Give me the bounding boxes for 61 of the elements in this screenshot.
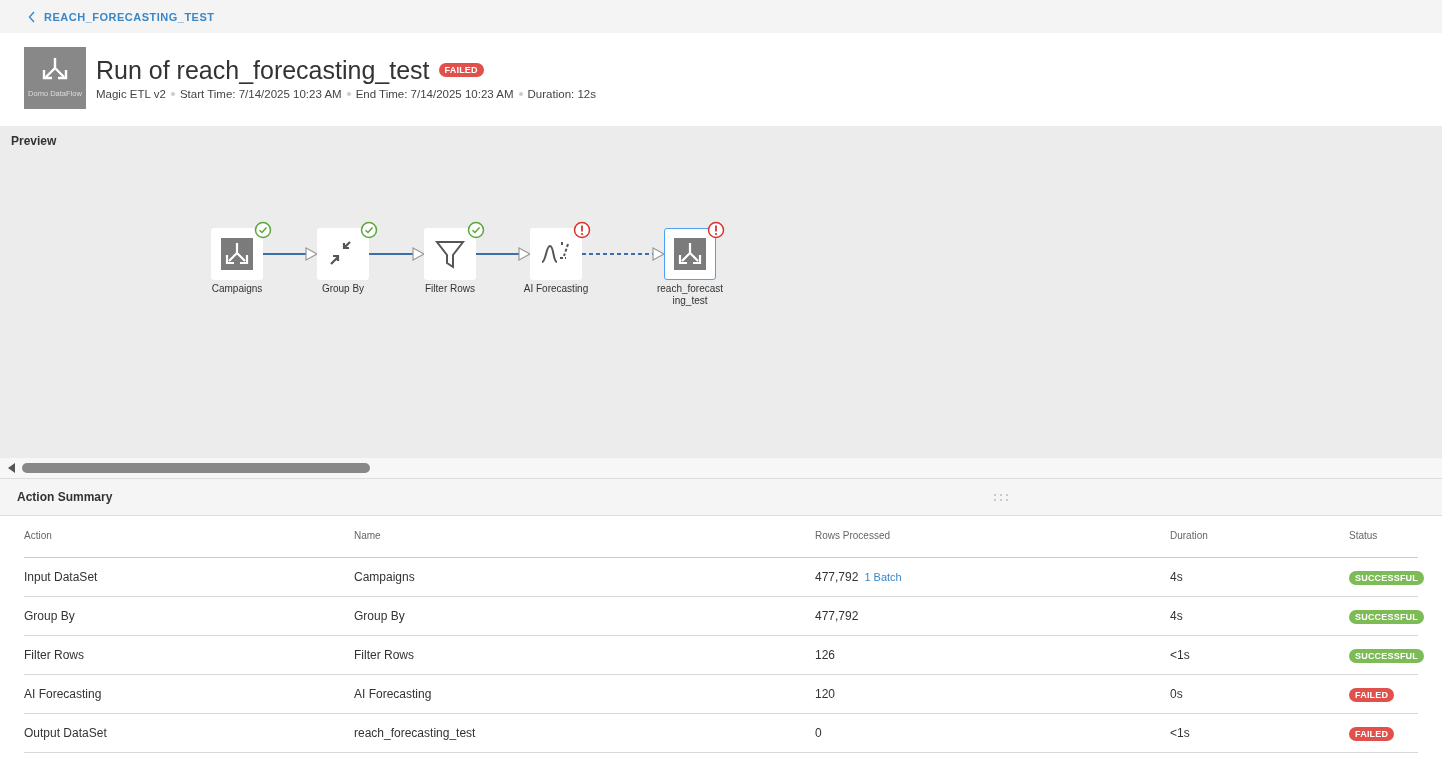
table-cell-text: AI Forecasting: [24, 687, 103, 701]
node-tile[interactable]: [424, 228, 476, 280]
meta-text: Duration: 12s: [527, 87, 596, 100]
column-header: Name: [354, 530, 382, 541]
node-tile[interactable]: [664, 228, 716, 280]
column-header: Action: [24, 530, 53, 541]
table-cell: 477,792: [815, 609, 859, 623]
horizontal-scrollbar[interactable]: [0, 458, 1442, 478]
table-cell-text: 4s: [1170, 609, 1184, 623]
table-cell-text: Campaigns: [354, 570, 416, 584]
table-cell: 126: [815, 648, 836, 662]
node-label: Group By: [320, 283, 366, 295]
batch-link[interactable]: 1 Batch: [864, 571, 902, 583]
drag-handle-icon[interactable]: [994, 493, 1008, 501]
chevron-left-icon: [28, 10, 36, 23]
table-cell-text: Group By: [354, 609, 406, 623]
table-cell-text: AI Forecasting: [354, 687, 433, 701]
status-badge: FAILED: [438, 63, 484, 77]
node-tile[interactable]: [317, 228, 369, 280]
table-cell-text: <1s: [1170, 648, 1191, 662]
table-cell-text: 0s: [1170, 687, 1184, 701]
table-cell: 0: [815, 726, 822, 740]
node-label: AI Forecasting: [522, 283, 590, 295]
status-badge: SUCCESSFUL: [1349, 570, 1424, 585]
section-title: Preview: [10, 133, 58, 148]
node-label: reach_forecasting_test: [655, 283, 725, 307]
separator-dot: [518, 91, 523, 96]
meta-text: End Time: 7/14/2025 10:23 AM: [355, 87, 514, 100]
scrollbar-thumb[interactable]: [22, 463, 370, 473]
node-label: Filter Rows: [424, 283, 476, 295]
table-cell-text: Group By: [24, 609, 76, 623]
scroll-left-icon[interactable]: [6, 462, 16, 474]
separator-dot: [346, 91, 351, 96]
table-cell-text: Output DataSet: [24, 726, 108, 740]
page-title: Run of reach_forecasting_test: [96, 55, 430, 85]
table-cell-text: <1s: [1170, 726, 1191, 740]
back-link[interactable]: REACH_FORECASTING_TEST: [28, 10, 215, 23]
table-cell: 477,792: [815, 570, 859, 584]
table-cell: 120: [815, 687, 836, 701]
table-cell-text: Filter Rows: [354, 648, 415, 662]
table-cell-text: Filter Rows: [24, 648, 85, 662]
table-cell-text: reach_forecasting_test: [354, 726, 477, 740]
node-label: Campaigns: [210, 283, 264, 295]
node-tile[interactable]: [211, 228, 263, 280]
meta-text: Magic ETL v2: [96, 87, 166, 100]
status-badge: FAILED: [1349, 687, 1395, 702]
column-header: Rows Processed: [815, 530, 892, 541]
node-tile[interactable]: [530, 228, 582, 280]
meta-text: Start Time: 7/14/2025 10:23 AM: [179, 87, 342, 100]
status-badge: SUCCESSFUL: [1349, 609, 1424, 624]
status-badge: FAILED: [1349, 726, 1395, 741]
connector-arrow: [475, 247, 532, 261]
connector-arrow: [368, 247, 426, 261]
separator-dot: [170, 91, 175, 96]
column-header: Duration: [1170, 530, 1209, 541]
status-badge: SUCCESSFUL: [1349, 648, 1424, 663]
column-header: Status: [1349, 530, 1379, 541]
table-cell-text: 4s: [1170, 570, 1184, 584]
connector-arrow: [262, 247, 319, 261]
table-cell-text: Input DataSet: [24, 570, 99, 584]
section-title: Action Summary: [17, 490, 113, 504]
